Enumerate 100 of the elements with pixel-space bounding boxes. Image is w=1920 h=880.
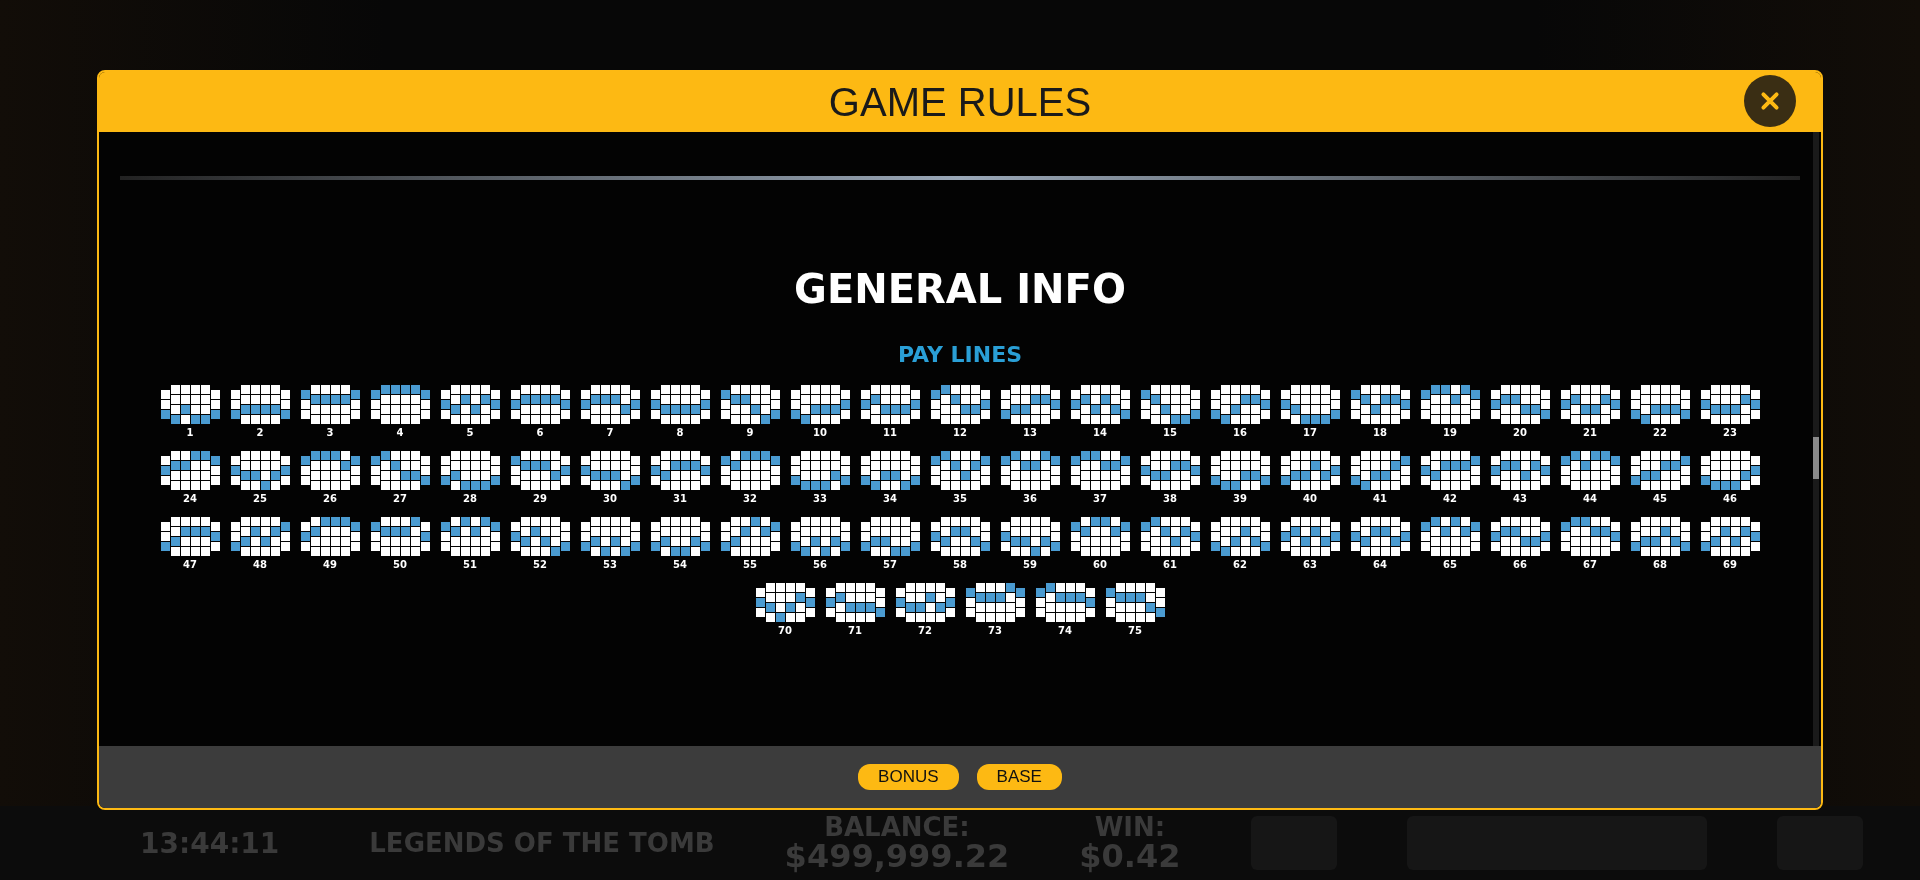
payline-icon (300, 385, 360, 424)
payline-icon (1280, 385, 1340, 424)
payline-icon (1000, 385, 1060, 424)
payline-number: 10 (813, 427, 827, 438)
payline-icon (1210, 451, 1270, 490)
payline-number: 4 (396, 427, 404, 438)
payline-icon (720, 517, 780, 556)
scrollbar[interactable] (1813, 132, 1819, 746)
payline-icon (1700, 385, 1760, 424)
payline-icon (230, 517, 290, 556)
payline-number: 75 (1128, 625, 1142, 636)
payline-number: 73 (988, 625, 1002, 636)
payline-number: 17 (1303, 427, 1317, 438)
payline-icon (650, 385, 710, 424)
payline-icon (370, 517, 430, 556)
page-button[interactable]: BONUS (858, 764, 959, 790)
payline-number: 65 (1443, 559, 1457, 570)
payline-icon (1070, 385, 1130, 424)
payline-icon (1350, 385, 1410, 424)
payline-number: 25 (253, 493, 267, 504)
payline-number: 71 (848, 625, 862, 636)
payline-icon (1350, 451, 1410, 490)
payline-icon (1000, 517, 1060, 556)
payline-number: 35 (953, 493, 967, 504)
payline-number: 42 (1443, 493, 1457, 504)
payline-number: 57 (883, 559, 897, 570)
page-button[interactable]: BASE (976, 764, 1062, 790)
payline-icon (580, 517, 640, 556)
payline-icon (930, 451, 990, 490)
payline-number: 13 (1023, 427, 1037, 438)
payline-number: 54 (673, 559, 687, 570)
payline-number: 41 (1373, 493, 1387, 504)
payline-icon (1560, 451, 1620, 490)
payline-number: 22 (1653, 427, 1667, 438)
payline-icon (895, 583, 955, 622)
payline-number: 8 (676, 427, 684, 438)
payline-icon (650, 517, 710, 556)
payline-number: 21 (1583, 427, 1597, 438)
payline-icon (440, 517, 500, 556)
payline-number: 24 (183, 493, 197, 504)
payline-icon (860, 451, 920, 490)
payline-number: 52 (533, 559, 547, 570)
payline-number: 60 (1093, 559, 1107, 570)
payline-number: 55 (743, 559, 757, 570)
payline-icon (1000, 451, 1060, 490)
payline-number: 67 (1583, 559, 1597, 570)
payline-number: 11 (883, 427, 897, 438)
payline-number: 45 (1653, 493, 1667, 504)
payline-number: 44 (1583, 493, 1597, 504)
payline-number: 31 (673, 493, 687, 504)
payline-icon (1420, 451, 1480, 490)
payline-number: 9 (746, 427, 754, 438)
payline-number: 12 (953, 427, 967, 438)
payline-icon (650, 451, 710, 490)
payline-icon (160, 451, 220, 490)
payline-icon (1490, 451, 1550, 490)
payline-icon (930, 385, 990, 424)
payline-icon (580, 451, 640, 490)
payline-number: 23 (1723, 427, 1737, 438)
payline-number: 30 (603, 493, 617, 504)
payline-icon (790, 517, 850, 556)
payline-number: 26 (323, 493, 337, 504)
payline-number: 19 (1443, 427, 1457, 438)
payline-icon (1700, 451, 1760, 490)
payline-number: 34 (883, 493, 897, 504)
payline-icon (1280, 517, 1340, 556)
payline-icon (790, 451, 850, 490)
payline-icon (1035, 583, 1095, 622)
payline-icon (860, 385, 920, 424)
payline-number: 66 (1513, 559, 1527, 570)
payline-number: 64 (1373, 559, 1387, 570)
payline-number: 53 (603, 559, 617, 570)
payline-number: 5 (466, 427, 474, 438)
payline-icon (580, 385, 640, 424)
payline-number: 38 (1163, 493, 1177, 504)
payline-icon (1560, 385, 1620, 424)
payline-icon (230, 451, 290, 490)
close-icon (1759, 90, 1781, 112)
payline-icon (370, 385, 430, 424)
payline-number: 18 (1373, 427, 1387, 438)
close-button[interactable] (1744, 75, 1796, 127)
payline-icon (965, 583, 1025, 622)
payline-icon (1490, 385, 1550, 424)
payline-number: 32 (743, 493, 757, 504)
payline-icon (300, 517, 360, 556)
payline-icon (1630, 517, 1690, 556)
payline-icon (510, 451, 570, 490)
payline-number: 68 (1653, 559, 1667, 570)
payline-icon (510, 517, 570, 556)
payline-icon (370, 451, 430, 490)
payline-number: 50 (393, 559, 407, 570)
payline-icon (1560, 517, 1620, 556)
payline-number: 43 (1513, 493, 1527, 504)
payline-number: 49 (323, 559, 337, 570)
payline-icon (1700, 517, 1760, 556)
payline-number: 69 (1723, 559, 1737, 570)
payline-number: 14 (1093, 427, 1107, 438)
payline-icon (1420, 385, 1480, 424)
payline-number: 37 (1093, 493, 1107, 504)
payline-icon (1140, 451, 1200, 490)
